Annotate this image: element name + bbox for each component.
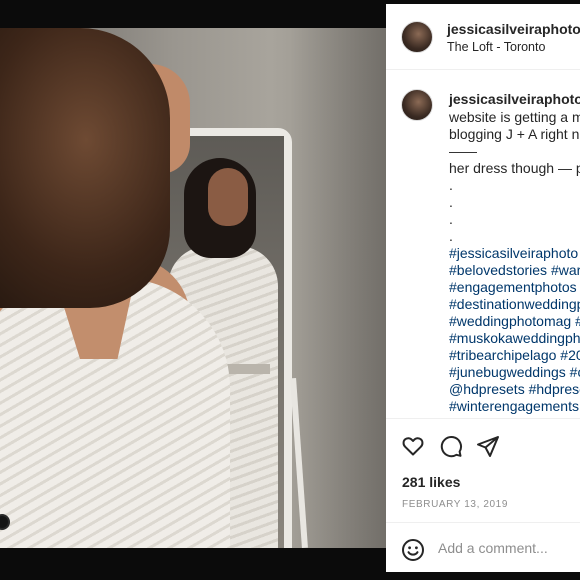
hashtag-link[interactable]: #tribearchipelago #20 bbox=[449, 347, 580, 364]
caption-line: . bbox=[449, 211, 453, 227]
smiley-icon[interactable] bbox=[401, 538, 425, 562]
location-link[interactable]: The Loft - Toronto bbox=[447, 40, 545, 54]
post-photo[interactable] bbox=[0, 28, 386, 548]
post-header: jessicasilveiraphoto The Loft - Toronto bbox=[386, 4, 580, 70]
caption-username[interactable]: jessicasilveiraphoto bbox=[449, 91, 580, 107]
wall-shadow bbox=[290, 28, 386, 548]
hashtag-link[interactable]: #weddingphotomag # bbox=[449, 313, 580, 330]
paper-plane-icon[interactable] bbox=[475, 433, 501, 459]
hashtag-link[interactable]: #destinationweddingp bbox=[449, 296, 580, 313]
caption-line: website is getting a m bbox=[449, 109, 580, 125]
hashtag-link[interactable]: #belovedstories #war bbox=[449, 262, 580, 279]
avatar[interactable] bbox=[401, 21, 433, 53]
caption-avatar[interactable] bbox=[401, 89, 433, 121]
reflection-face bbox=[208, 168, 248, 226]
caption-line: blogging J + A right n bbox=[449, 126, 580, 142]
caption-line: . bbox=[449, 228, 453, 244]
caption-line: her dress though — p bbox=[449, 160, 580, 176]
caption: jessicasilveiraphoto website is getting … bbox=[386, 71, 580, 417]
comment-bar bbox=[386, 522, 580, 572]
post-date[interactable]: FEBRUARY 13, 2019 bbox=[402, 499, 508, 510]
like-count[interactable]: 281 likes bbox=[402, 474, 460, 490]
bride-hair bbox=[0, 28, 170, 308]
caption-line: . bbox=[449, 177, 453, 193]
hashtag-link[interactable]: @hdpresets #hdprese bbox=[449, 381, 580, 398]
caption-line: . bbox=[449, 194, 453, 210]
caption-text: website is getting a m blogging J + A ri… bbox=[449, 109, 580, 415]
hashtag-link[interactable]: #winterengagements bbox=[449, 398, 580, 415]
post-sidebar: jessicasilveiraphoto The Loft - Toronto … bbox=[386, 4, 580, 572]
caption-line: —— bbox=[449, 143, 477, 159]
heart-icon[interactable] bbox=[400, 433, 426, 459]
hashtag-link[interactable]: #junebugweddings #c bbox=[449, 364, 580, 381]
hashtag-link[interactable]: #muskokaweddingph bbox=[449, 330, 580, 347]
hashtag-link[interactable]: #jessicasilveiraphoto bbox=[449, 245, 580, 262]
comment-bubble-icon[interactable] bbox=[438, 433, 464, 459]
header-username[interactable]: jessicasilveiraphoto bbox=[447, 21, 580, 37]
comment-input[interactable] bbox=[438, 537, 578, 559]
hashtag-link[interactable]: #engagementphotos bbox=[449, 279, 580, 296]
